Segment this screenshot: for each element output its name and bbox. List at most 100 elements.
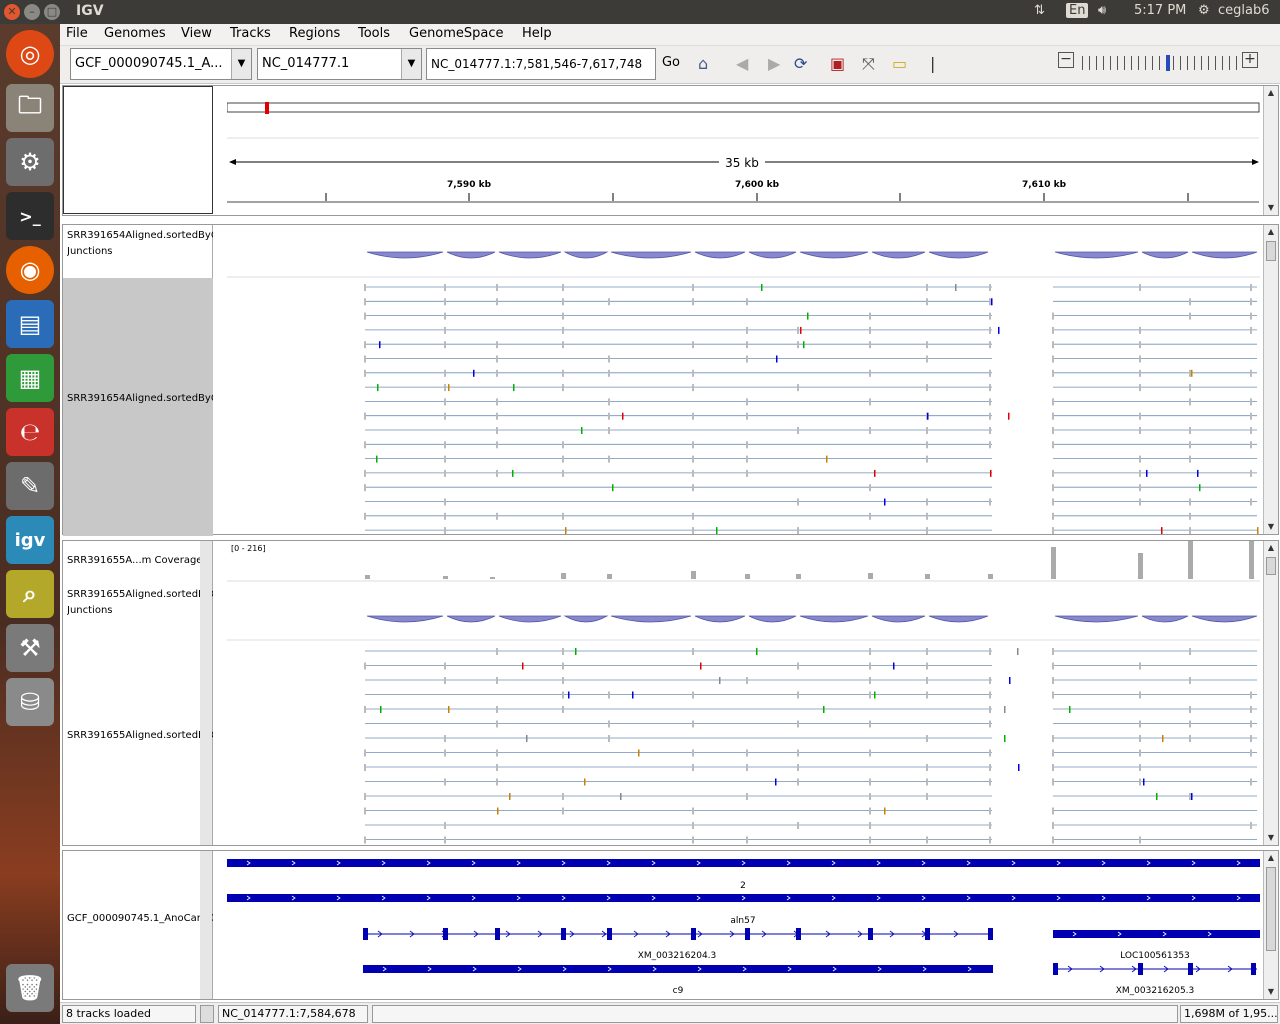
roi-icon[interactable]: ▣ bbox=[830, 54, 845, 73]
feature-data[interactable]: 2 aln57 XM_003216204.3 LOC100561353 c9 X… bbox=[227, 851, 1260, 999]
menu-genomespace[interactable]: GenomeSpace bbox=[409, 26, 504, 41]
scroll-thumb[interactable] bbox=[1266, 241, 1276, 261]
home-icon[interactable]: ⌂ bbox=[698, 54, 708, 73]
zoom-in-icon[interactable]: + bbox=[1242, 52, 1258, 68]
read-block bbox=[989, 836, 991, 844]
mismatch-mark bbox=[775, 778, 777, 786]
minimize-window-button[interactable]: – bbox=[24, 4, 40, 20]
tools-icon[interactable]: ⚒ bbox=[6, 624, 54, 672]
scroll-thumb[interactable] bbox=[1266, 557, 1276, 575]
menu-file[interactable]: File bbox=[66, 26, 88, 41]
menu-help[interactable]: Help bbox=[522, 26, 552, 41]
read-block bbox=[989, 778, 991, 786]
read-block bbox=[364, 341, 366, 349]
resize-icon[interactable]: ⤧ bbox=[862, 54, 875, 74]
mismatch-mark bbox=[377, 384, 379, 392]
refresh-icon[interactable]: ⟳ bbox=[794, 54, 807, 73]
track-name-junctions-1[interactable]: SRR391654Aligned.sortedByC.out.bam.filte… bbox=[67, 228, 213, 260]
genome-select[interactable]: GCF_000090745.1_A... ▼ bbox=[70, 48, 252, 80]
chevron-down-icon[interactable]: ▼ bbox=[401, 49, 421, 79]
read-block bbox=[608, 412, 610, 420]
user-name[interactable]: ceglab6 bbox=[1218, 3, 1270, 18]
scroll-thumb[interactable] bbox=[1266, 867, 1276, 951]
read-block bbox=[1139, 484, 1141, 492]
disk-icon[interactable]: ⛁ bbox=[6, 678, 54, 726]
read-block bbox=[797, 778, 799, 786]
read-block bbox=[989, 398, 991, 406]
sample2-scrollbar[interactable]: ▲ ▼ bbox=[1263, 541, 1278, 845]
menu-tools[interactable]: Tools bbox=[358, 26, 390, 41]
scroll-down-icon[interactable]: ▼ bbox=[1265, 202, 1277, 214]
exon-block bbox=[1188, 963, 1193, 975]
sample2-data[interactable]: [0 - 216] bbox=[227, 541, 1260, 845]
scroll-down-icon[interactable]: ▼ bbox=[1265, 521, 1277, 533]
scroll-up-icon[interactable]: ▲ bbox=[1265, 852, 1277, 864]
locus-input[interactable]: NC_014777.1:7,581,546-7,617,748 bbox=[426, 48, 656, 80]
go-button[interactable]: Go bbox=[658, 48, 684, 80]
track-name-coverage-2[interactable]: SRR391655A...m Coverage bbox=[67, 553, 213, 569]
scroll-down-icon[interactable]: ▼ bbox=[1265, 986, 1277, 998]
system-monitor-icon[interactable]: ⌕ bbox=[6, 570, 54, 618]
zoom-slider[interactable] bbox=[1082, 55, 1240, 71]
menu-tracks[interactable]: Tracks bbox=[230, 26, 271, 41]
document-viewer-icon[interactable]: ℮ bbox=[6, 408, 54, 456]
close-window-button[interactable]: ✕ bbox=[4, 4, 20, 20]
read-block bbox=[1250, 498, 1252, 506]
read-block bbox=[1250, 469, 1252, 477]
back-arrow-icon[interactable]: ◀ bbox=[736, 54, 748, 73]
track-name-bam-2[interactable]: SRR391655Aligned.sortedByC.out.bam.filte… bbox=[67, 728, 213, 744]
feature-scrollbar[interactable]: ▲ ▼ bbox=[1263, 851, 1278, 999]
gear-icon[interactable]: ⚙ bbox=[1198, 3, 1210, 18]
read-block bbox=[364, 807, 366, 815]
read-block bbox=[797, 764, 799, 771]
igv-icon[interactable]: igv bbox=[6, 516, 54, 564]
maximize-window-button[interactable]: □ bbox=[44, 4, 60, 20]
chevron-down-icon[interactable]: ▼ bbox=[231, 49, 251, 79]
forward-arrow-icon[interactable]: ▶ bbox=[768, 54, 780, 73]
firefox-icon[interactable]: ◉ bbox=[6, 246, 54, 294]
read-block bbox=[364, 793, 366, 800]
zoom-slider-thumb[interactable] bbox=[1166, 55, 1170, 71]
memory-status[interactable]: 1,698M of 1,95... bbox=[1180, 1005, 1278, 1023]
keyboard-indicator[interactable]: En bbox=[1066, 3, 1089, 18]
network-icon[interactable]: ⇅ bbox=[1034, 3, 1045, 18]
coverage-bar bbox=[607, 574, 612, 579]
libreoffice-calc-icon[interactable]: ▦ bbox=[6, 354, 54, 402]
scroll-up-icon[interactable]: ▲ bbox=[1265, 542, 1277, 554]
ubuntu-logo-icon[interactable]: ◎ bbox=[6, 30, 54, 78]
read-block bbox=[562, 793, 564, 800]
ruler-scrollbar[interactable]: ▲ ▼ bbox=[1263, 86, 1278, 215]
name-gutter bbox=[200, 541, 212, 845]
scroll-up-icon[interactable]: ▲ bbox=[1265, 87, 1277, 99]
exon-block bbox=[495, 928, 500, 940]
clock[interactable]: 5:17 PM bbox=[1134, 3, 1186, 18]
volume-icon[interactable]: 🔊︎ bbox=[1098, 3, 1106, 18]
chromosome-select[interactable]: NC_014777.1 ▼ bbox=[257, 48, 422, 80]
scroll-up-icon[interactable]: ▲ bbox=[1265, 226, 1277, 238]
scroll-down-icon[interactable]: ▼ bbox=[1265, 832, 1277, 844]
track-name-junctions-2[interactable]: SRR391655Aligned.sortedByC.out.bam.filte… bbox=[67, 587, 213, 619]
files-icon[interactable]: 🗀 bbox=[6, 84, 54, 132]
track-name-bam-1[interactable]: SRR391654Aligned.sortedByC.out.bam.filte… bbox=[67, 391, 213, 407]
menu-view[interactable]: View bbox=[181, 26, 212, 41]
read-block bbox=[989, 369, 991, 377]
read-block bbox=[1189, 498, 1191, 506]
menu-regions[interactable]: Regions bbox=[289, 26, 340, 41]
read-block bbox=[496, 469, 498, 477]
trash-icon[interactable]: 🗑︎ bbox=[6, 964, 54, 1012]
libreoffice-impress-icon[interactable]: ▤ bbox=[6, 300, 54, 348]
read-block bbox=[797, 822, 799, 829]
sample1-scrollbar[interactable]: ▲ ▼ bbox=[1263, 225, 1278, 534]
sample1-data[interactable] bbox=[227, 225, 1260, 534]
system-settings-icon[interactable]: ⚙ bbox=[6, 138, 54, 186]
popup-info-icon[interactable]: ▭ bbox=[892, 54, 907, 73]
junction-arc bbox=[1054, 615, 1139, 623]
zoom-out-icon[interactable]: − bbox=[1058, 52, 1074, 68]
coverage-range-label: [0 - 216] bbox=[231, 544, 266, 553]
text-editor-icon[interactable]: ✎ bbox=[6, 462, 54, 510]
track-name-gff[interactable]: GCF_000090745.1_AnoCar2.0mic.gff bbox=[67, 911, 213, 927]
ruler-data[interactable]: 35 kb 7,590 kb 7,600 kb 7,610 kb bbox=[227, 86, 1260, 215]
menu-genomes[interactable]: Genomes bbox=[104, 26, 166, 41]
terminal-icon[interactable]: >_ bbox=[6, 192, 54, 240]
junction-arc bbox=[1141, 615, 1189, 623]
